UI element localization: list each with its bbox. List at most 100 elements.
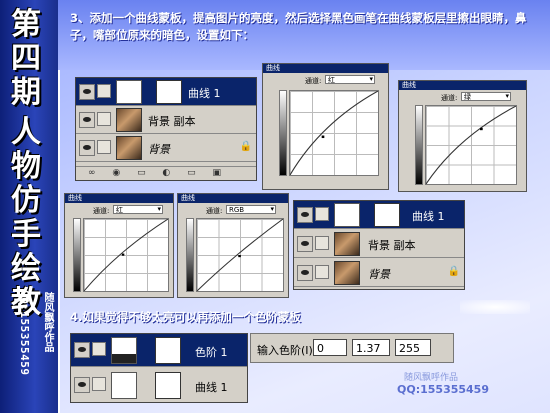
dialog-title: 曲线 xyxy=(399,81,526,90)
title-char: 物 xyxy=(11,149,41,184)
dialog-title: 曲线 xyxy=(178,194,288,203)
layer-name: 背景 副本 xyxy=(368,239,416,252)
levels-black-input[interactable]: 0 xyxy=(313,339,347,356)
sidebar-qq: QQ:155355459 xyxy=(18,290,31,376)
photo-thumbnail xyxy=(334,232,360,256)
brush-icon xyxy=(315,265,329,279)
channel-select[interactable]: 红 xyxy=(113,205,163,214)
curves-dialog-d: 曲线 通道: RGB xyxy=(177,193,289,298)
brush-icon xyxy=(315,236,329,250)
title-char: 绘 xyxy=(11,251,41,286)
photo-thumbnail xyxy=(334,261,360,285)
layer-row-curves[interactable]: 曲线 1 xyxy=(71,368,247,401)
channel-label: 通道: xyxy=(305,77,322,85)
channel-label: 通道: xyxy=(441,94,458,102)
step-3-instructions: 3、添加一个曲线蒙板，提高图片的亮度，然后选择黑色画笔在曲线蒙板层里擦出眼睛，鼻… xyxy=(70,11,527,42)
brush-icon xyxy=(315,207,329,221)
layer-row-bg-copy[interactable]: 背景 副本 xyxy=(294,230,464,258)
curve-graph[interactable] xyxy=(83,218,169,292)
channel-label: 通道: xyxy=(93,207,110,215)
channel-select[interactable]: 红 xyxy=(325,75,375,84)
tutorial-title: 第 四 期 人 物 仿 手 绘 教 xyxy=(6,8,46,320)
title-char: 手 xyxy=(11,217,41,252)
title-char: 四 xyxy=(11,41,41,76)
mask-thumbnail[interactable] xyxy=(156,80,182,104)
mask-thumbnail[interactable] xyxy=(155,372,181,399)
layer-name: 曲线 1 xyxy=(412,210,445,223)
levels-white-input[interactable]: 255 xyxy=(395,339,431,356)
light-glow xyxy=(460,300,530,314)
curves-dialog-c: 曲线 通道: 红 xyxy=(64,193,174,298)
eye-icon[interactable] xyxy=(297,265,313,281)
curves-thumbnail[interactable] xyxy=(116,80,142,104)
levels-input-box: 输入色阶(I): 0 1.37 255 xyxy=(250,333,454,363)
mask-thumbnail[interactable] xyxy=(155,337,181,364)
photo-thumbnail xyxy=(116,108,142,132)
layers-panel-3: 色阶 1 曲线 1 xyxy=(70,333,248,403)
curves-thumbnail[interactable] xyxy=(334,203,360,227)
output-gradient-bar xyxy=(186,218,194,292)
brush-icon xyxy=(92,377,106,391)
channel-label: 通道: xyxy=(206,207,223,215)
output-gradient-bar xyxy=(415,105,423,185)
layer-row-curves[interactable]: 曲线 1 xyxy=(76,78,256,106)
sidebar: 第 四 期 人 物 仿 手 绘 教 QQ:155355459 随风飘呼作品 xyxy=(0,0,58,413)
eye-icon[interactable] xyxy=(74,342,90,358)
title-char: 仿 xyxy=(11,183,41,218)
layer-name: 背景 xyxy=(148,143,170,156)
dialog-title: 曲线 xyxy=(65,194,173,203)
watermark-signature: 随风飘呼作品 xyxy=(404,373,459,383)
curves-dialog-b: 曲线 通道: 绿 xyxy=(398,80,527,192)
mask-thumbnail[interactable] xyxy=(374,203,400,227)
layer-row-bg-copy[interactable]: 背景 副本 xyxy=(76,106,256,134)
brush-icon xyxy=(97,112,111,126)
photo-thumbnail xyxy=(116,136,142,160)
watermark-qq: QQ:155355459 xyxy=(397,383,489,396)
brush-icon xyxy=(97,140,111,154)
levels-gamma-input[interactable]: 1.37 xyxy=(352,339,390,356)
layer-name: 背景 副本 xyxy=(148,115,196,128)
eye-icon[interactable] xyxy=(79,112,95,128)
layers-panel-1: 曲线 1 背景 副本 背景 🔒 ∞ ◉ ▭ ◐ ▭ ▣ xyxy=(75,77,257,181)
dialog-title: 曲线 xyxy=(263,64,388,73)
curves-thumbnail[interactable] xyxy=(111,372,137,399)
channel-select[interactable]: 绿 xyxy=(461,92,511,101)
layer-name: 色阶 1 xyxy=(195,346,228,359)
layer-row-levels[interactable]: 色阶 1 xyxy=(71,334,247,367)
lock-icon: 🔒 xyxy=(239,141,252,152)
curve-line xyxy=(197,219,283,291)
channel-select[interactable]: RGB xyxy=(226,205,276,214)
layers-panel-2: 曲线 1 背景 副本 背景 🔒 xyxy=(293,200,465,290)
layer-row-curves[interactable]: 曲线 1 xyxy=(294,201,464,229)
eye-icon[interactable] xyxy=(79,84,95,100)
output-gradient-bar xyxy=(279,90,287,176)
layer-row-bg[interactable]: 背景 🔒 xyxy=(76,134,256,162)
layer-row-bg[interactable]: 背景 🔒 xyxy=(294,259,464,287)
layers-footer[interactable]: ∞ ◉ ▭ ◐ ▭ ▣ xyxy=(76,166,256,180)
brush-icon xyxy=(92,342,106,356)
eye-icon[interactable] xyxy=(297,207,313,223)
title-char: 人 xyxy=(11,115,41,150)
curve-line xyxy=(290,91,378,175)
layer-name: 背景 xyxy=(368,268,390,281)
curve-graph[interactable] xyxy=(289,90,379,176)
curve-graph[interactable] xyxy=(196,218,284,292)
step-4-instructions: 4.如果觉得不够太亮可以再添加一个色阶蒙板 xyxy=(70,310,301,324)
eye-icon[interactable] xyxy=(297,236,313,252)
sidebar-signature: 随风飘呼作品 xyxy=(42,292,53,352)
levels-input-label: 输入色阶(I): xyxy=(257,344,317,357)
layer-name: 曲线 1 xyxy=(188,87,221,100)
curve-graph[interactable] xyxy=(425,105,517,185)
eye-icon[interactable] xyxy=(79,140,95,156)
lock-icon: 🔒 xyxy=(447,266,460,277)
title-char: 期 xyxy=(11,75,41,110)
curve-line xyxy=(426,106,516,184)
curves-dialog-a: 曲线 通道: 红 xyxy=(262,63,389,190)
levels-thumbnail[interactable] xyxy=(111,337,137,364)
output-gradient-bar xyxy=(73,218,81,292)
curve-line xyxy=(84,219,168,291)
layer-name: 曲线 1 xyxy=(195,381,228,394)
eye-icon[interactable] xyxy=(74,377,90,393)
title-char: 第 xyxy=(11,7,41,42)
brush-icon xyxy=(97,84,111,98)
